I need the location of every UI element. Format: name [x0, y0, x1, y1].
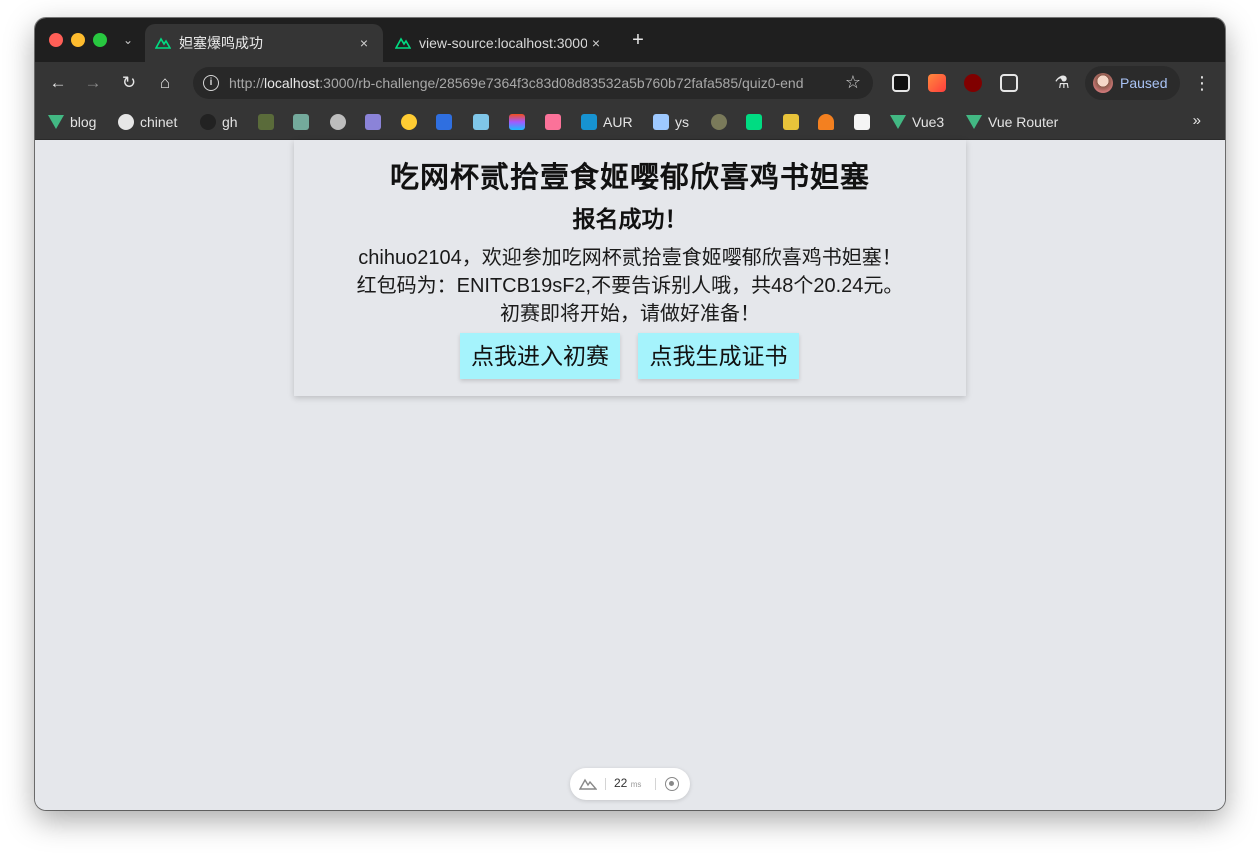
- nuxt-devtools-bar[interactable]: 22 ms: [570, 768, 690, 800]
- minimize-window-button[interactable]: [71, 33, 85, 47]
- github-icon: [200, 114, 216, 130]
- vue-icon: [890, 115, 906, 129]
- bookmark-icon-5[interactable]: [473, 113, 495, 131]
- huggingface-icon: [401, 114, 417, 130]
- nuxt-icon: [155, 37, 171, 49]
- tab-title: 妲塞爆鸣成功: [179, 35, 263, 51]
- bookmark-ys[interactable]: ys: [653, 113, 689, 131]
- bookmark-nuxt[interactable]: [746, 113, 768, 131]
- back-arrow-icon[interactable]: ←: [45, 70, 71, 96]
- pineapple-icon: [783, 114, 799, 130]
- more-menu-icon[interactable]: ⋮: [1192, 70, 1212, 96]
- figma-icon: [509, 114, 525, 130]
- vue-icon: [966, 115, 982, 129]
- arch-icon: [581, 114, 597, 130]
- nuxt-icon: [395, 37, 411, 49]
- tab-title: view-source:localhost:3000: [419, 35, 587, 51]
- bookmark-icon-3[interactable]: [365, 113, 387, 131]
- home-icon[interactable]: ⌂: [152, 70, 178, 96]
- bookmark-vue3[interactable]: Vue3: [890, 113, 944, 131]
- render-time: 22 ms: [614, 776, 642, 790]
- profile-status: Paused: [1120, 75, 1168, 91]
- vue-icon: [48, 115, 64, 129]
- tab-search-chevron-icon[interactable]: ⌄: [118, 30, 138, 50]
- bookmark-blog[interactable]: blog: [48, 113, 96, 131]
- close-tab-icon[interactable]: ×: [355, 34, 373, 52]
- browser-window: ⌄ 妲塞爆鸣成功 × view-source:localhost:3000 × …: [35, 18, 1225, 810]
- welcome-text: chihuo2104，欢迎参加吃网杯贰拾壹食姬嘤郁欣喜鸡书妲塞！: [358, 247, 902, 269]
- bookmark-figma[interactable]: [509, 113, 531, 131]
- bookmark-favicon: [854, 114, 870, 130]
- bookmark-icon-6[interactable]: [711, 113, 733, 131]
- bookmark-cloudflare[interactable]: [818, 113, 840, 131]
- tab-strip: ⌄ 妲塞爆鸣成功 × view-source:localhost:3000 × …: [35, 18, 1225, 62]
- maximize-window-button[interactable]: [93, 33, 107, 47]
- bookmark-aur[interactable]: AUR: [581, 113, 633, 131]
- result-card: 吃网杯贰拾壹食姬嘤郁欣喜鸡书妲塞 报名成功！ chihuo2104，欢迎参加吃网…: [294, 140, 966, 396]
- avatar: [1093, 73, 1113, 93]
- bookmark-favicon: [436, 114, 452, 130]
- bookmark-huggingface[interactable]: [401, 113, 423, 131]
- bookmarks-bar: blog chinet gh AUR ys Vue3 Vue Router »: [35, 104, 1225, 140]
- bookmark-bilibili[interactable]: [545, 113, 567, 131]
- bookmark-favicon: [330, 114, 346, 130]
- bookmark-star-icon[interactable]: ☆: [845, 72, 861, 93]
- new-tab-button[interactable]: +: [627, 30, 649, 52]
- bookmark-icon-2[interactable]: [330, 113, 352, 131]
- bookmark-icon-4[interactable]: [436, 113, 458, 131]
- extension-icon-1[interactable]: [892, 74, 910, 92]
- bookmark-icon-1[interactable]: [258, 113, 280, 131]
- profile-button[interactable]: Paused: [1085, 66, 1180, 100]
- extensions-puzzle-icon[interactable]: [1000, 74, 1018, 92]
- address-bar[interactable]: i http://localhost:3000/rb-challenge/285…: [193, 67, 873, 99]
- toolbar: ← → ↻ ⌂ i http://localhost:3000/rb-chall…: [35, 62, 1225, 104]
- labs-flask-icon[interactable]: ⚗: [1049, 70, 1075, 96]
- bookmark-favicon: [473, 114, 489, 130]
- bookmark-chatgpt[interactable]: [293, 113, 315, 131]
- close-tab-icon[interactable]: ×: [587, 34, 605, 52]
- enter-preliminary-button[interactable]: 点我进入初赛: [460, 333, 620, 379]
- url-text[interactable]: http://localhost:3000/rb-challenge/28569…: [229, 75, 804, 91]
- bookmark-favicon: [258, 114, 274, 130]
- page-subtitle: 报名成功！: [572, 206, 688, 232]
- close-window-button[interactable]: [49, 33, 63, 47]
- extension-icon-2[interactable]: [928, 74, 946, 92]
- bilibili-icon: [545, 114, 561, 130]
- nuxt-icon: [746, 114, 762, 130]
- page-title: 吃网杯贰拾壹食姬嘤郁欣喜鸡书妲塞: [389, 162, 870, 194]
- site-info-icon[interactable]: i: [203, 75, 219, 91]
- bookmark-favicon: [711, 114, 727, 130]
- cloudflare-icon: [818, 114, 834, 130]
- tab-active[interactable]: 妲塞爆鸣成功 ×: [145, 24, 383, 62]
- page-content: 吃网杯贰拾壹食姬嘤郁欣喜鸡书妲塞 报名成功！ chihuo2104，欢迎参加吃网…: [35, 140, 1225, 810]
- bookmark-chinet[interactable]: chinet: [118, 113, 177, 131]
- bookmark-gh[interactable]: gh: [200, 113, 238, 131]
- nuxt-icon[interactable]: [579, 778, 597, 790]
- bookmark-vercel[interactable]: [854, 113, 876, 131]
- redpacket-text: 红包码为：ENITCB19sF2,不要告诉别人哦，共48个20.24元。: [356, 275, 904, 297]
- prepare-text: 初赛即将开始，请做好准备！: [500, 303, 760, 325]
- globe-icon: [118, 114, 134, 130]
- reload-icon[interactable]: ↻: [116, 70, 142, 96]
- tab-view-source[interactable]: view-source:localhost:3000 ×: [385, 24, 615, 62]
- inspect-target-icon[interactable]: [665, 777, 679, 791]
- bookmark-vue-router[interactable]: Vue Router: [966, 113, 1058, 131]
- chatgpt-icon: [293, 114, 309, 130]
- ublock-icon[interactable]: [964, 74, 982, 92]
- bookmark-favicon: [653, 114, 669, 130]
- forward-arrow-icon[interactable]: →: [80, 70, 106, 96]
- bookmark-pineapple[interactable]: [783, 113, 805, 131]
- more-bookmarks-icon[interactable]: »: [1193, 112, 1201, 129]
- generate-certificate-button[interactable]: 点我生成证书: [638, 333, 799, 379]
- bookmark-favicon: [365, 114, 381, 130]
